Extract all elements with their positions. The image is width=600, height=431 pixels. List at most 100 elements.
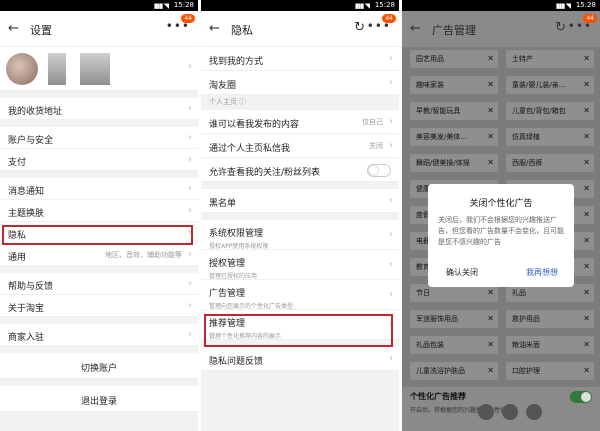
refresh-icon[interactable]: ↻ — [555, 20, 566, 35]
profile-card[interactable]: › — [0, 47, 198, 91]
ad-tag[interactable]: 舞蹈/健美操/体操 ✕ — [410, 154, 498, 172]
ad-tag-label: 趣味家装 — [416, 81, 444, 89]
avatar — [6, 53, 38, 85]
ad-tag[interactable]: 儿童包/背包/箱包 ✕ — [506, 102, 594, 120]
remove-tag-icon[interactable]: ✕ — [583, 128, 590, 146]
ad-tag[interactable]: 童装/婴儿装/亲… ✕ — [506, 76, 594, 94]
section-title: 个性化广告推荐 — [410, 392, 466, 401]
ad-tag-label: 礼品包装 — [416, 341, 444, 349]
menu-ads[interactable]: 广告管理 管理向您展示的个性化广告类型 › — [201, 280, 399, 310]
back-arrow-icon[interactable]: ← — [410, 21, 421, 36]
menu-address[interactable]: 我的收货地址 › — [0, 98, 198, 120]
remove-tag-icon[interactable]: ✕ — [583, 232, 590, 250]
menu-sublabel: 管理向您展示的个性化广告类型 — [209, 303, 294, 310]
remove-tag-icon[interactable]: ✕ — [487, 362, 494, 380]
menu-recommend[interactable]: 推荐管理 管理个性化推荐内容的展示 › — [201, 310, 399, 340]
menu-taoyou[interactable]: 淘友圈 › — [201, 71, 399, 95]
remove-tag-icon[interactable]: ✕ — [583, 180, 590, 198]
ad-tag[interactable]: 早教/智能玩具 ✕ — [410, 102, 498, 120]
ad-tag-label: 军迷服饰用品 — [416, 315, 458, 323]
menu-theme[interactable]: 主题换肤 › — [0, 200, 198, 222]
ad-tag-label: 粮油米面 — [512, 341, 540, 349]
remove-tag-icon[interactable]: ✕ — [583, 362, 590, 380]
remove-tag-icon[interactable]: ✕ — [487, 128, 494, 146]
logout-button[interactable]: 退出登录 — [0, 386, 198, 412]
menu-find-me[interactable]: 找到我的方式 › — [201, 47, 399, 71]
ad-tag[interactable]: 土特产 ✕ — [506, 50, 594, 68]
remove-tag-icon[interactable]: ✕ — [487, 50, 494, 68]
menu-help[interactable]: 帮助与反馈 › — [0, 273, 198, 295]
chevron-right-icon: › — [188, 227, 192, 238]
ad-tag[interactable]: 美容美发/美体… ✕ — [410, 128, 498, 146]
ad-tag-label: 童装/婴儿装/亲… — [512, 81, 566, 89]
menu-notify[interactable]: 消息通知 › — [0, 178, 198, 200]
remove-tag-icon[interactable]: ✕ — [583, 76, 590, 94]
confirm-close-button[interactable]: 确认关闭 — [446, 265, 478, 281]
menu-label: 消息通知 — [8, 187, 45, 197]
ad-tag[interactable]: 园艺用品 ✕ — [410, 50, 498, 68]
nav-bar: ← 设置 ••• 44 — [0, 11, 198, 47]
switch-account-button[interactable]: 切换账户 — [0, 353, 198, 379]
floating-avatar-1 — [478, 404, 494, 420]
remove-tag-icon[interactable]: ✕ — [487, 154, 494, 172]
menu-account-security[interactable]: 账户与安全 › — [0, 127, 198, 149]
menu-who-see[interactable]: 谁可以看我发布的内容 仅自己 › — [201, 110, 399, 134]
menu-label: 黑名单 — [209, 199, 237, 209]
menu-about[interactable]: 关于淘宝 › — [0, 295, 198, 317]
ad-tag[interactable]: 仿真绿植 ✕ — [506, 128, 594, 146]
ad-tag-label: 口腔护理 — [512, 367, 540, 375]
menu-label: 淘友圈 — [209, 81, 237, 91]
personalized-ads-toggle[interactable] — [570, 391, 592, 403]
remove-tag-icon[interactable]: ✕ — [583, 284, 590, 302]
menu-auth[interactable]: 授权管理 管理已授权的应用 › — [201, 250, 399, 280]
ad-tag[interactable]: 军迷服饰用品 ✕ — [410, 310, 498, 328]
back-arrow-icon[interactable]: ← — [209, 21, 220, 36]
button-label: 退出登录 — [80, 397, 117, 407]
menu-pay[interactable]: 支付 › — [0, 149, 198, 171]
ad-tag-label: 早教/智能玩具 — [416, 107, 461, 115]
menu-sys-perm[interactable]: 系统权限管理 授权APP使用系统权限 › — [201, 220, 399, 250]
ad-tag-label: 土特产 — [512, 55, 533, 63]
chevron-right-icon: › — [188, 249, 192, 260]
remove-tag-icon[interactable]: ✕ — [487, 310, 494, 328]
privacy-screen: ▮▮▮ ◥ 15:28 ← 隐私 ↻ ••• 44 找到我的方式 › 淘友圈 ›… — [201, 0, 399, 431]
remove-tag-icon[interactable]: ✕ — [583, 310, 590, 328]
menu-merchant[interactable]: 商家入驻 › — [0, 324, 198, 346]
remove-tag-icon[interactable]: ✕ — [583, 206, 590, 224]
remove-tag-icon[interactable]: ✕ — [583, 50, 590, 68]
ad-tag[interactable]: 西服/西裤 ✕ — [506, 154, 594, 172]
ad-tag[interactable]: 粮油米面 ✕ — [506, 336, 594, 354]
menu-label: 谁可以看我发布的内容 — [209, 120, 300, 130]
remove-tag-icon[interactable]: ✕ — [583, 258, 590, 276]
ad-tag[interactable]: 礼品包装 ✕ — [410, 336, 498, 354]
ad-tag[interactable]: 儿童洗浴护肤品 ✕ — [410, 362, 498, 380]
chevron-right-icon: › — [389, 228, 393, 240]
menu-sublabel: 管理已授权的应用 — [209, 273, 258, 280]
notification-badge: 44 — [382, 14, 396, 23]
ad-tag[interactable]: 救护用品 ✕ — [506, 310, 594, 328]
remove-tag-icon[interactable]: ✕ — [583, 336, 590, 354]
page-title: 隐私 — [231, 24, 253, 37]
remove-tag-icon[interactable]: ✕ — [487, 102, 494, 120]
remove-tag-icon[interactable]: ✕ — [487, 76, 494, 94]
reconsider-button[interactable]: 我再想想 — [526, 265, 558, 281]
refresh-icon[interactable]: ↻ — [354, 20, 365, 35]
menu-blacklist[interactable]: 黑名单 › — [201, 189, 399, 213]
menu-general[interactable]: 通用 地区、音效、辅助功能等 › — [0, 244, 198, 266]
ad-tag-label: 儿童洗浴护肤品 — [416, 367, 465, 375]
ad-tag-label: 仿真绿植 — [512, 133, 540, 141]
notification-badge: 44 — [181, 14, 195, 23]
remove-tag-icon[interactable]: ✕ — [487, 336, 494, 354]
ad-tag[interactable]: 趣味家装 ✕ — [410, 76, 498, 94]
menu-privacy[interactable]: 隐私 › — [0, 222, 198, 244]
remove-tag-icon[interactable]: ✕ — [583, 154, 590, 172]
menu-message[interactable]: 通过个人主页私信我 关闭 › — [201, 134, 399, 158]
menu-value: 地区、音效、辅助功能等 — [105, 251, 182, 259]
menu-faq[interactable]: 隐私问题反馈 › — [201, 347, 399, 371]
chevron-right-icon: › — [188, 132, 192, 143]
follow-list-toggle[interactable] — [367, 164, 391, 177]
ad-tag[interactable]: 口腔护理 ✕ — [506, 362, 594, 380]
back-arrow-icon[interactable]: ← — [8, 21, 19, 36]
remove-tag-icon[interactable]: ✕ — [583, 102, 590, 120]
menu-value: 关闭 — [369, 142, 383, 150]
